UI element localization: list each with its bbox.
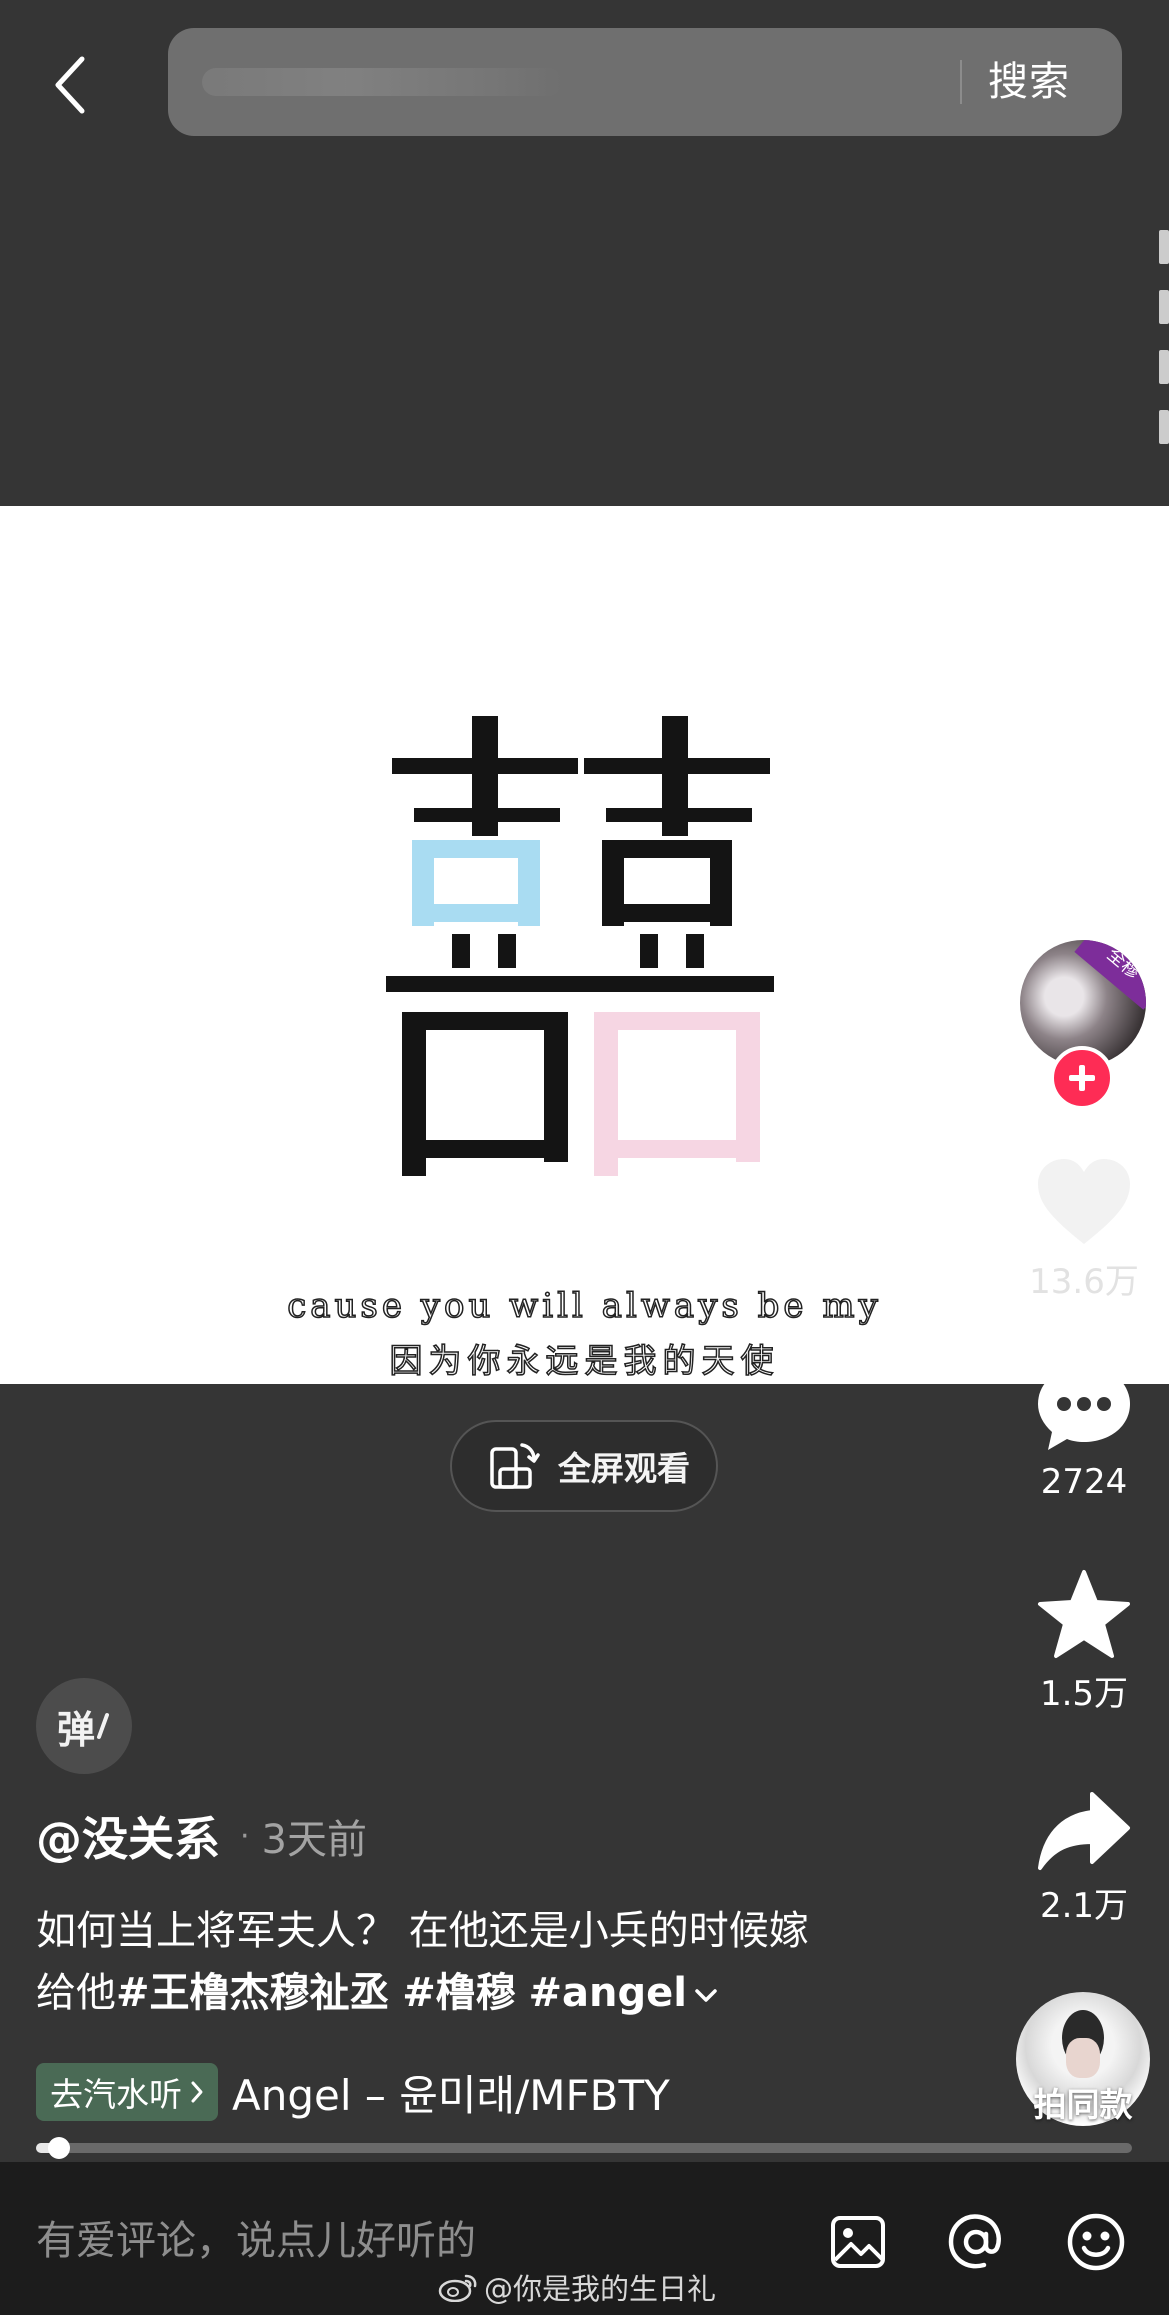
weibo-watermark: @你是我的生日礼 xyxy=(438,2266,716,2308)
star-icon xyxy=(1038,1570,1130,1658)
description-line-1: 如何当上将军夫人？ 在他还是小兵的时候嫁 xyxy=(36,1908,809,1954)
share-button[interactable]: 2.1万 xyxy=(1016,1790,1152,1927)
comment-button[interactable]: 2724 xyxy=(1016,1362,1152,1502)
favorite-button[interactable]: 1.5万 xyxy=(1016,1568,1152,1715)
search-divider xyxy=(960,60,962,104)
comment-bubble-icon xyxy=(1038,1366,1130,1450)
danmaku-label: 弹 xyxy=(56,1707,95,1752)
author-name[interactable]: @没关系 xyxy=(36,1803,220,1869)
subtitle-chinese: 因为你永远是我的天使 xyxy=(389,1340,780,1381)
remix-avatar-face xyxy=(1066,2038,1100,2078)
top-search-bar: 搜索 xyxy=(0,0,1169,180)
weibo-logo-icon xyxy=(438,2274,477,2302)
search-suggestion-blurred xyxy=(202,68,562,96)
search-input[interactable]: 搜索 xyxy=(168,28,1122,136)
comment-count: 2724 xyxy=(1040,1462,1128,1502)
comment-input[interactable] xyxy=(36,2218,776,2264)
video-feed-screen: 搜索 cause you will always be my 因为你永远是我的天… xyxy=(0,0,1169,2315)
hashtag[interactable]: #angel xyxy=(528,1970,686,2016)
chevron-left-icon xyxy=(55,56,85,114)
like-count: 13.6万 xyxy=(1029,1262,1139,1302)
music-chip-label: 去汽水听 xyxy=(50,2075,182,2114)
danmaku-toggle[interactable]: 弹 xyxy=(36,1678,132,1774)
heart-icon xyxy=(1038,1159,1130,1244)
description-line-2-prefix: 给他 xyxy=(36,1970,116,2016)
edge-text-fragment xyxy=(1159,230,1169,490)
fullscreen-label: 全屏观看 xyxy=(558,1449,690,1488)
separator-dot: · xyxy=(240,1818,250,1854)
image-icon xyxy=(831,2216,885,2268)
hashtag[interactable]: #橹穆 xyxy=(402,1970,516,2016)
like-button[interactable]: 13.6万 xyxy=(1016,1156,1152,1303)
video-player[interactable]: cause you will always be my 因为你永远是我的天使 xyxy=(0,506,1169,1384)
music-row: 去汽水听 Angel – 윤미래/MFBTY xyxy=(36,2062,670,2122)
description-line-2: 给他#王橹杰穆祉丞 #橹穆 #angel xyxy=(36,1962,936,2024)
remix-label[interactable]: 拍同款 xyxy=(1012,2078,1154,2126)
double-happiness-glyph xyxy=(386,716,774,1176)
danmaku-slash-icon xyxy=(97,1713,109,1739)
emoji-button[interactable] xyxy=(1064,2210,1128,2274)
post-description[interactable]: 如何当上将军夫人？ 在他还是小兵的时候嫁 给他#王橹杰穆祉丞 #橹穆 #ange… xyxy=(36,1900,936,2024)
back-button[interactable] xyxy=(40,40,100,130)
plus-icon xyxy=(1069,1065,1095,1091)
video-progress-bar[interactable] xyxy=(36,2137,1132,2159)
search-button[interactable]: 搜索 xyxy=(988,50,1070,114)
chevron-right-icon xyxy=(191,2081,203,2103)
fullscreen-button[interactable]: 全屏观看 xyxy=(450,1420,718,1512)
watermark-text: @你是我的生日礼 xyxy=(484,2272,717,2306)
subtitle-english: cause you will always be my xyxy=(286,1285,882,1327)
smiley-icon xyxy=(1067,2213,1125,2271)
open-in-qishui-button[interactable]: 去汽水听 xyxy=(36,2063,218,2121)
image-button[interactable] xyxy=(826,2210,890,2274)
at-icon xyxy=(948,2214,1001,2269)
rotate-phone-icon xyxy=(490,1443,540,1489)
mention-button[interactable] xyxy=(944,2210,1008,2274)
favorite-count: 1.5万 xyxy=(1039,1674,1129,1714)
hashtag[interactable]: #王橹杰穆祉丞 xyxy=(116,1970,390,2016)
follow-button[interactable] xyxy=(1050,1046,1114,1110)
progress-knob[interactable] xyxy=(48,2137,71,2159)
share-count: 2.1万 xyxy=(1039,1886,1129,1926)
chevron-down-icon[interactable] xyxy=(693,1985,719,2005)
author-line: @没关系 · 3天前 xyxy=(36,1804,367,1868)
post-time: 3天前 xyxy=(261,1817,367,1863)
share-arrow-icon xyxy=(1038,1792,1130,1870)
music-title[interactable]: Angel – 윤미래/MFBTY xyxy=(232,2062,670,2123)
avatar-tag: 全穆 xyxy=(1074,940,1146,1010)
